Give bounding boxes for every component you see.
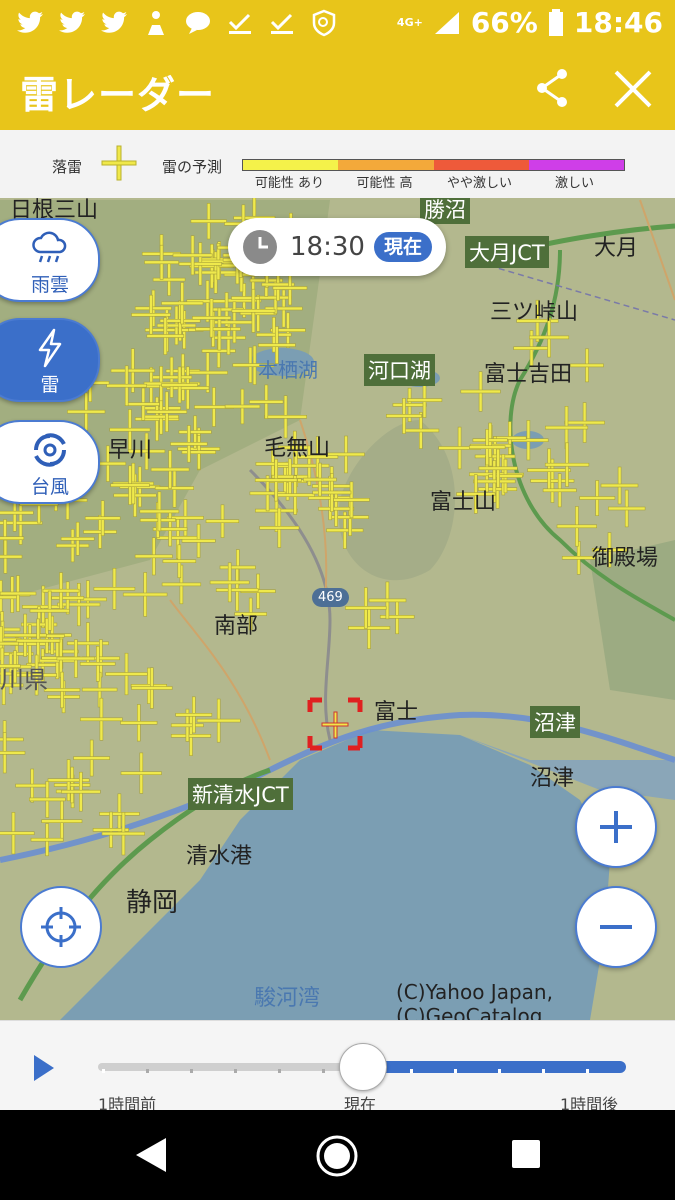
rain-cloud-label: 雨雲 (30, 274, 69, 296)
map-label: 南部 (214, 614, 259, 639)
home-circle-icon[interactable] (315, 1134, 359, 1178)
notification-icons (14, 8, 340, 38)
map-label: 沼津 (530, 766, 575, 791)
scale-level-3 (433, 160, 529, 170)
timeline-tick (146, 1069, 149, 1073)
timeline-tick (586, 1069, 589, 1073)
strike-label: 落雷 (52, 158, 83, 176)
strike-cross-icon (101, 145, 137, 181)
status-right: 4G+ 66% 18:46 (397, 6, 663, 39)
status-bar: 4G+ 66% 18:46 (0, 0, 675, 46)
timeline-panel: 1時間前 現在 1時間後 (0, 1020, 675, 1114)
clock-time: 18:46 (573, 6, 663, 39)
locate-button[interactable] (20, 886, 102, 968)
minus-icon (600, 925, 632, 929)
back-triangle-icon[interactable] (134, 1136, 168, 1174)
plus-icon (600, 811, 632, 843)
timeline-tick (190, 1069, 193, 1073)
clock-icon (243, 230, 277, 264)
timeline-tick (278, 1069, 281, 1073)
map-label: 469 (312, 588, 349, 607)
map-label: 清水港 (186, 844, 253, 869)
map-label: 毛無山 (264, 436, 331, 461)
network-indicator: 4G+ (396, 16, 423, 29)
typhoon-icon (34, 433, 66, 467)
now-badge: 現在 (374, 232, 432, 262)
checkbox-icon (266, 9, 298, 37)
share-icon[interactable] (530, 66, 574, 110)
lightning-button[interactable]: 雷 (0, 318, 100, 402)
map-label: 富士 (374, 700, 419, 725)
suruga-bay-label: 駿河湾 (254, 986, 321, 1011)
battery-percent: 66% (470, 6, 538, 39)
app-bar: 雷レーダー (0, 46, 675, 130)
play-icon[interactable] (32, 1055, 56, 1081)
timeline-thumb[interactable] (339, 1043, 387, 1091)
scale-level-2 (338, 160, 434, 170)
map-label: 沼津 (530, 706, 580, 738)
person-icon (140, 9, 172, 37)
map-label: 大月 (594, 236, 639, 261)
typhoon-label: 台風 (30, 476, 69, 498)
map-label: 富士吉田 (484, 362, 573, 387)
map-label: 御殿場 (592, 546, 659, 571)
time-chip[interactable]: 18:30 現在 (228, 218, 446, 276)
timeline-tick (454, 1069, 457, 1073)
scale-level-1 (243, 160, 339, 170)
chat-bubble-icon (182, 9, 214, 37)
app-title: 雷レーダー (20, 73, 216, 117)
twitter-icon (14, 9, 46, 37)
close-icon[interactable] (608, 64, 658, 114)
timeline-tick (102, 1069, 105, 1073)
map-label: 大月JCT (465, 236, 549, 268)
map-label: 新清水JCT (188, 778, 293, 810)
scale-label-2: 可能性 高 (356, 176, 413, 191)
map-label: 河口湖 (364, 354, 435, 386)
timeline-tick (498, 1069, 501, 1073)
map-view[interactable]: 日根三山 勝沼 大月JCT 大月 三ツ峠山 河口湖 富士吉田 本栖湖 早川 毛無… (0, 198, 675, 1020)
current-time: 18:30 (290, 232, 365, 262)
rain-cloud-button[interactable]: 雨雲 (0, 218, 100, 302)
scale-label-3: やや激しい (446, 176, 512, 191)
timeline-tick (410, 1069, 413, 1073)
twitter-icon (56, 9, 88, 37)
recents-square-icon[interactable] (510, 1138, 542, 1170)
map-label: 三ツ峠山 (490, 300, 579, 325)
map-label: 富士山 (430, 490, 497, 515)
zoom-in-button[interactable] (575, 786, 657, 868)
map-label: 早川 (108, 438, 153, 463)
twitter-icon (98, 9, 130, 37)
scale-label-1: 可能性 あり (254, 176, 325, 191)
timeline-tick (322, 1069, 325, 1073)
crosshair-icon (41, 907, 81, 947)
forecast-scale (242, 159, 625, 171)
timeline-tick (542, 1069, 545, 1073)
signal-icon (434, 11, 459, 34)
lightning-label: 雷 (40, 374, 60, 396)
timeline-tick (234, 1069, 237, 1073)
map-copyright: (C)Yahoo Japan,(C)GeoCatalog (396, 980, 553, 1020)
legend-bar: 落雷 雷の予測 可能性 あり 可能性 高 やや激しい 激しい (0, 130, 675, 199)
system-nav-bar (0, 1110, 675, 1200)
checkbox-icon (224, 9, 256, 37)
map-label: 静岡 (126, 888, 179, 918)
scale-level-4 (528, 160, 624, 170)
battery-icon (548, 8, 563, 36)
cloud-rain-icon (32, 231, 67, 263)
zoom-out-button[interactable] (575, 886, 657, 968)
scale-label-4: 激しい (554, 176, 594, 191)
lightning-icon (38, 328, 62, 368)
forecast-label: 雷の予測 (162, 158, 223, 176)
shield-icon (308, 9, 340, 37)
typhoon-button[interactable]: 台風 (0, 420, 100, 504)
map-label: 本栖湖 (258, 358, 318, 382)
map-label: 川県 (0, 666, 48, 694)
